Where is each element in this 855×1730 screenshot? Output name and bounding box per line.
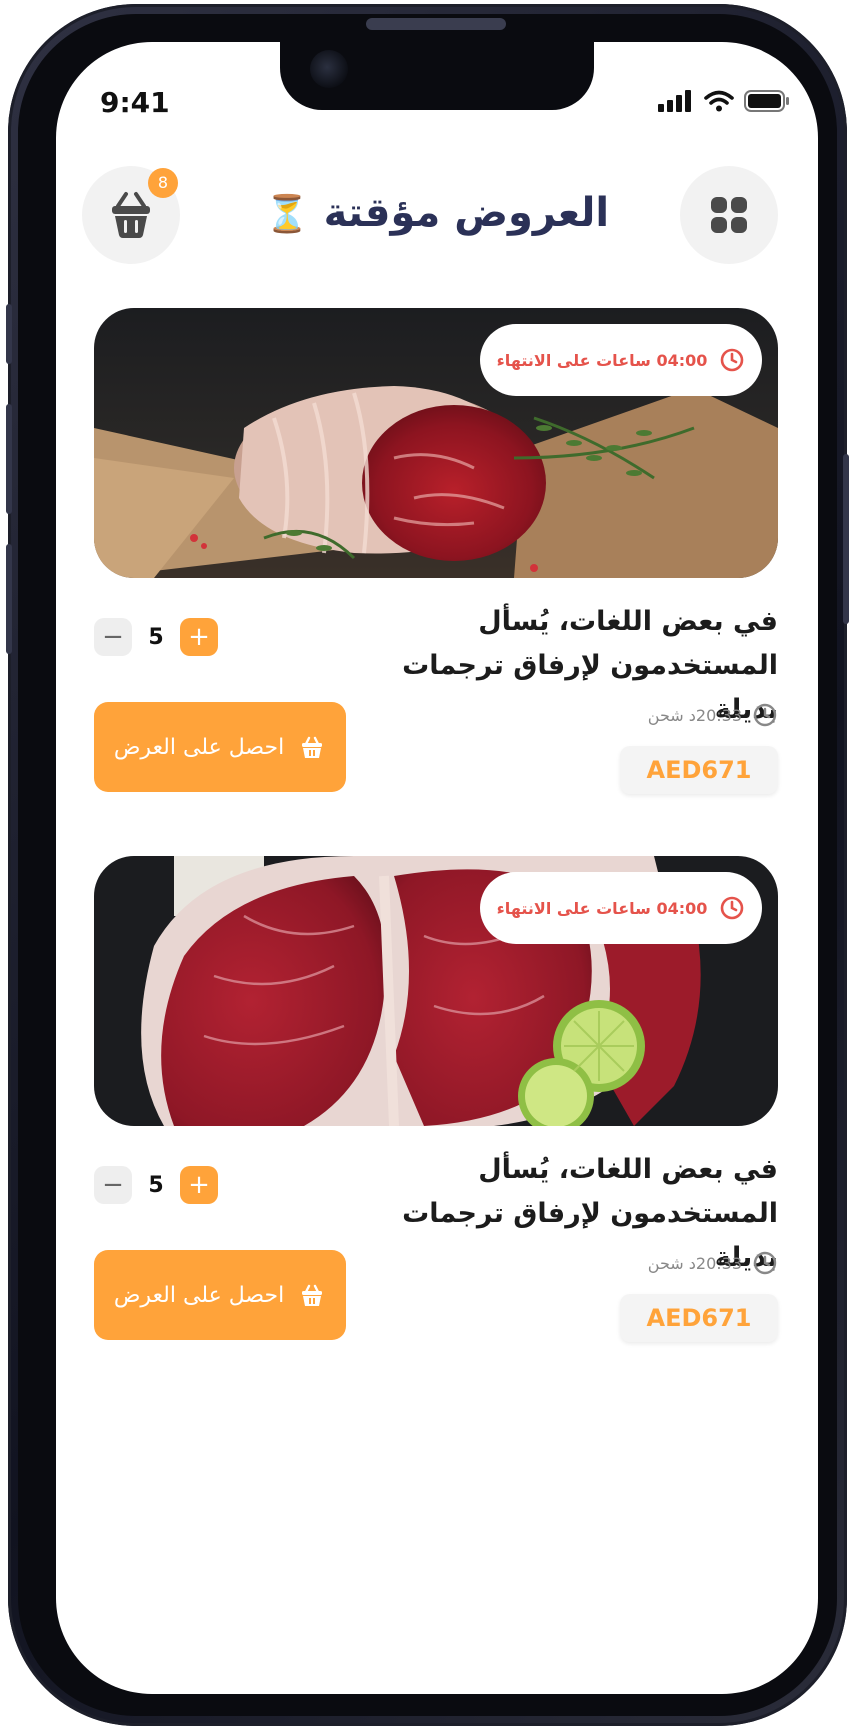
offer-card: 04:00 ساعات على الانتهاء في بعض اللغات، …: [94, 856, 778, 1342]
shipping-info: 20:33د شحن: [648, 1250, 778, 1276]
timer-text: 04:00 ساعات على الانتهاء: [496, 898, 708, 918]
shipping-text: 20:33د شحن: [647, 705, 742, 725]
signal-icon: [658, 90, 691, 112]
offer-card: 04:00 ساعات على الانتهاء في بعض اللغات، …: [94, 308, 778, 794]
phone-frame: 9:41 8 العروض مؤقتة ⏳ 04:00 ساعات على ال…: [6, 4, 849, 1726]
clock-icon: [721, 348, 744, 372]
hourglass-icon: ⏳: [264, 194, 310, 235]
clock-icon: [721, 896, 744, 920]
quantity-value: 5: [148, 1172, 164, 1198]
speaker-slot: [366, 18, 506, 30]
increase-quantity-button[interactable]: +: [180, 1166, 218, 1204]
offer-timer: 04:00 ساعات على الانتهاء: [480, 324, 762, 396]
camera: [310, 50, 348, 88]
status-time: 9:41: [100, 86, 170, 119]
side-button: [6, 304, 12, 364]
battery-icon: [744, 90, 789, 112]
get-offer-label: احصل على العرض: [113, 1282, 285, 1308]
offer-timer: 04:00 ساعات على الانتهاء: [480, 872, 762, 944]
get-offer-button[interactable]: احصل على العرض: [94, 702, 346, 792]
notch: [280, 42, 594, 110]
menu-grid-button[interactable]: [680, 166, 778, 264]
quantity-value: 5: [148, 624, 164, 650]
offer-price: AED671: [620, 1294, 778, 1342]
status-icons: [658, 90, 790, 112]
offer-price: AED671: [620, 746, 778, 794]
basket-icon: [302, 1284, 323, 1306]
shipping-text: 20:33د شحن: [647, 1253, 742, 1273]
side-button: [843, 454, 849, 624]
shipping-info: 20:33د شحن: [648, 702, 778, 728]
wifi-icon: [704, 90, 734, 112]
get-offer-label: احصل على العرض: [113, 734, 285, 760]
timer-text: 04:00 ساعات على الانتهاء: [496, 350, 708, 370]
clock-icon: [753, 703, 777, 727]
grid-icon: [711, 197, 747, 233]
quantity-stepper: − 5 +: [94, 1166, 218, 1204]
clock-icon: [753, 1251, 777, 1275]
page-title-text: العروض مؤقتة: [323, 190, 610, 236]
decrease-quantity-button[interactable]: −: [94, 1166, 132, 1204]
decrease-quantity-button[interactable]: −: [94, 618, 132, 656]
get-offer-button[interactable]: احصل على العرض: [94, 1250, 346, 1340]
basket-icon: [302, 736, 323, 758]
side-button: [6, 544, 12, 654]
roast-beef-photo: 04:00 ساعات على الانتهاء: [94, 308, 778, 578]
app-screen: 9:41 8 العروض مؤقتة ⏳ 04:00 ساعات على ال…: [56, 42, 818, 1694]
side-button: [6, 404, 12, 514]
increase-quantity-button[interactable]: +: [180, 618, 218, 656]
tbone-steak-photo: 04:00 ساعات على الانتهاء: [94, 856, 778, 1126]
quantity-stepper: − 5 +: [94, 618, 218, 656]
